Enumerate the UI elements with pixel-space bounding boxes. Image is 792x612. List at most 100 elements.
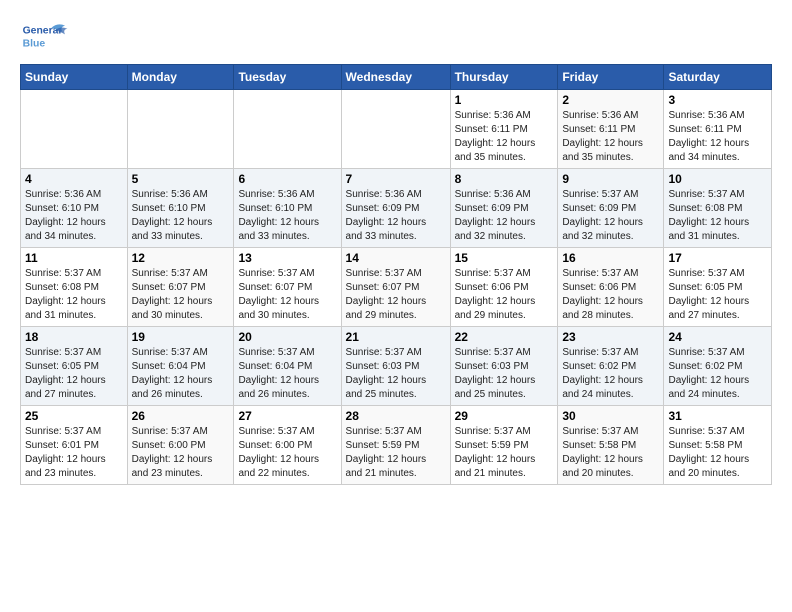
day-info: Sunrise: 5:37 AM Sunset: 5:58 PM Dayligh… xyxy=(668,425,767,481)
calendar-cell: 24 Sunrise: 5:37 AM Sunset: 6:02 PM Dayli… xyxy=(664,327,772,406)
day-number: 7 xyxy=(346,172,446,186)
day-info: Sunrise: 5:36 AM Sunset: 6:09 PM Dayligh… xyxy=(346,188,446,244)
calendar-cell: 31 Sunrise: 5:37 AM Sunset: 5:58 PM Dayli… xyxy=(664,406,772,485)
day-of-week-header: Friday xyxy=(558,65,664,90)
day-info: Sunrise: 5:37 AM Sunset: 6:07 PM Dayligh… xyxy=(238,267,336,323)
day-info: Sunrise: 5:37 AM Sunset: 6:07 PM Dayligh… xyxy=(346,267,446,323)
page-header: General Blue xyxy=(20,16,772,56)
calendar-cell: 3 Sunrise: 5:36 AM Sunset: 6:11 PM Daylig… xyxy=(664,90,772,169)
calendar-cell xyxy=(234,90,341,169)
day-of-week-header: Sunday xyxy=(21,65,128,90)
day-info: Sunrise: 5:37 AM Sunset: 6:04 PM Dayligh… xyxy=(238,346,336,402)
day-number: 17 xyxy=(668,251,767,265)
calendar-cell: 19 Sunrise: 5:37 AM Sunset: 6:04 PM Dayli… xyxy=(127,327,234,406)
day-number: 12 xyxy=(132,251,230,265)
calendar-cell: 6 Sunrise: 5:36 AM Sunset: 6:10 PM Daylig… xyxy=(234,169,341,248)
day-info: Sunrise: 5:37 AM Sunset: 6:07 PM Dayligh… xyxy=(132,267,230,323)
day-info: Sunrise: 5:37 AM Sunset: 6:08 PM Dayligh… xyxy=(668,188,767,244)
day-number: 23 xyxy=(562,330,659,344)
day-info: Sunrise: 5:37 AM Sunset: 6:06 PM Dayligh… xyxy=(562,267,659,323)
day-of-week-header: Saturday xyxy=(664,65,772,90)
day-info: Sunrise: 5:37 AM Sunset: 6:00 PM Dayligh… xyxy=(132,425,230,481)
day-number: 6 xyxy=(238,172,336,186)
calendar-cell: 11 Sunrise: 5:37 AM Sunset: 6:08 PM Dayli… xyxy=(21,248,128,327)
logo-icon: General Blue xyxy=(20,16,70,56)
calendar-cell: 10 Sunrise: 5:37 AM Sunset: 6:08 PM Dayli… xyxy=(664,169,772,248)
day-info: Sunrise: 5:36 AM Sunset: 6:10 PM Dayligh… xyxy=(132,188,230,244)
day-info: Sunrise: 5:36 AM Sunset: 6:11 PM Dayligh… xyxy=(455,109,554,165)
calendar-cell: 27Sunrise: 5:37 AM Sunset: 6:00 PM Dayli… xyxy=(234,406,341,485)
calendar-table: SundayMondayTuesdayWednesdayThursdayFrid… xyxy=(20,64,772,485)
calendar-cell: 18 Sunrise: 5:37 AM Sunset: 6:05 PM Dayli… xyxy=(21,327,128,406)
day-number: 22 xyxy=(455,330,554,344)
calendar-cell: 5 Sunrise: 5:36 AM Sunset: 6:10 PM Daylig… xyxy=(127,169,234,248)
day-number: 25 xyxy=(25,409,123,423)
day-info: Sunrise: 5:37 AM Sunset: 5:59 PM Dayligh… xyxy=(455,425,554,481)
day-number: 2 xyxy=(562,93,659,107)
day-number: 15 xyxy=(455,251,554,265)
calendar-header-row: SundayMondayTuesdayWednesdayThursdayFrid… xyxy=(21,65,772,90)
calendar-cell: 14 Sunrise: 5:37 AM Sunset: 6:07 PM Dayli… xyxy=(341,248,450,327)
day-number: 11 xyxy=(25,251,123,265)
day-info: Sunrise: 5:37 AM Sunset: 6:09 PM Dayligh… xyxy=(562,188,659,244)
calendar-cell: 29 Sunrise: 5:37 AM Sunset: 5:59 PM Dayli… xyxy=(450,406,558,485)
calendar-cell: 26 Sunrise: 5:37 AM Sunset: 6:00 PM Dayli… xyxy=(127,406,234,485)
day-info: Sunrise: 5:37 AM Sunset: 6:01 PM Dayligh… xyxy=(25,425,123,481)
calendar-cell: 8 Sunrise: 5:36 AM Sunset: 6:09 PM Daylig… xyxy=(450,169,558,248)
day-info: Sunrise: 5:37 AM Sunset: 6:02 PM Dayligh… xyxy=(562,346,659,402)
day-info: Sunrise: 5:37 AM Sunset: 6:03 PM Dayligh… xyxy=(455,346,554,402)
day-number: 21 xyxy=(346,330,446,344)
day-number: 30 xyxy=(562,409,659,423)
day-number: 18 xyxy=(25,330,123,344)
day-number: 19 xyxy=(132,330,230,344)
day-info: Sunrise: 5:37 AM Sunset: 6:05 PM Dayligh… xyxy=(25,346,123,402)
calendar-cell: 9 Sunrise: 5:37 AM Sunset: 6:09 PM Daylig… xyxy=(558,169,664,248)
svg-text:Blue: Blue xyxy=(23,38,46,49)
day-number: 9 xyxy=(562,172,659,186)
day-info: Sunrise: 5:36 AM Sunset: 6:10 PM Dayligh… xyxy=(25,188,123,244)
day-of-week-header: Tuesday xyxy=(234,65,341,90)
calendar-cell: 12 Sunrise: 5:37 AM Sunset: 6:07 PM Dayli… xyxy=(127,248,234,327)
day-info: Sunrise: 5:37 AM Sunset: 6:00 PM Dayligh… xyxy=(238,425,336,481)
calendar-cell: 15 Sunrise: 5:37 AM Sunset: 6:06 PM Dayli… xyxy=(450,248,558,327)
calendar-week-row: 18 Sunrise: 5:37 AM Sunset: 6:05 PM Dayli… xyxy=(21,327,772,406)
day-number: 31 xyxy=(668,409,767,423)
day-number: 28 xyxy=(346,409,446,423)
day-of-week-header: Wednesday xyxy=(341,65,450,90)
calendar-cell: 7 Sunrise: 5:36 AM Sunset: 6:09 PM Daylig… xyxy=(341,169,450,248)
calendar-cell: 13Sunrise: 5:37 AM Sunset: 6:07 PM Dayli… xyxy=(234,248,341,327)
day-number: 24 xyxy=(668,330,767,344)
calendar-cell: 20Sunrise: 5:37 AM Sunset: 6:04 PM Dayli… xyxy=(234,327,341,406)
day-number: 5 xyxy=(132,172,230,186)
logo: General Blue xyxy=(20,16,70,56)
day-number: 3 xyxy=(668,93,767,107)
day-info: Sunrise: 5:37 AM Sunset: 6:06 PM Dayligh… xyxy=(455,267,554,323)
day-of-week-header: Thursday xyxy=(450,65,558,90)
day-number: 26 xyxy=(132,409,230,423)
day-info: Sunrise: 5:37 AM Sunset: 5:58 PM Dayligh… xyxy=(562,425,659,481)
day-info: Sunrise: 5:37 AM Sunset: 5:59 PM Dayligh… xyxy=(346,425,446,481)
calendar-cell xyxy=(127,90,234,169)
day-info: Sunrise: 5:36 AM Sunset: 6:10 PM Dayligh… xyxy=(238,188,336,244)
day-info: Sunrise: 5:37 AM Sunset: 6:08 PM Dayligh… xyxy=(25,267,123,323)
day-info: Sunrise: 5:36 AM Sunset: 6:11 PM Dayligh… xyxy=(668,109,767,165)
day-number: 14 xyxy=(346,251,446,265)
calendar-week-row: 4Sunrise: 5:36 AM Sunset: 6:10 PM Daylig… xyxy=(21,169,772,248)
day-number: 8 xyxy=(455,172,554,186)
day-info: Sunrise: 5:37 AM Sunset: 6:03 PM Dayligh… xyxy=(346,346,446,402)
day-number: 29 xyxy=(455,409,554,423)
calendar-week-row: 11 Sunrise: 5:37 AM Sunset: 6:08 PM Dayli… xyxy=(21,248,772,327)
calendar-cell: 25 Sunrise: 5:37 AM Sunset: 6:01 PM Dayli… xyxy=(21,406,128,485)
day-info: Sunrise: 5:36 AM Sunset: 6:09 PM Dayligh… xyxy=(455,188,554,244)
calendar-cell xyxy=(21,90,128,169)
calendar-week-row: 1Sunrise: 5:36 AM Sunset: 6:11 PM Daylig… xyxy=(21,90,772,169)
day-info: Sunrise: 5:37 AM Sunset: 6:02 PM Dayligh… xyxy=(668,346,767,402)
calendar-week-row: 25 Sunrise: 5:37 AM Sunset: 6:01 PM Dayli… xyxy=(21,406,772,485)
day-info: Sunrise: 5:37 AM Sunset: 6:04 PM Dayligh… xyxy=(132,346,230,402)
calendar-cell: 22 Sunrise: 5:37 AM Sunset: 6:03 PM Dayli… xyxy=(450,327,558,406)
day-number: 10 xyxy=(668,172,767,186)
calendar-cell: 17Sunrise: 5:37 AM Sunset: 6:05 PM Dayli… xyxy=(664,248,772,327)
calendar-cell: 1Sunrise: 5:36 AM Sunset: 6:11 PM Daylig… xyxy=(450,90,558,169)
calendar-cell: 21 Sunrise: 5:37 AM Sunset: 6:03 PM Dayli… xyxy=(341,327,450,406)
calendar-cell: 16Sunrise: 5:37 AM Sunset: 6:06 PM Dayli… xyxy=(558,248,664,327)
